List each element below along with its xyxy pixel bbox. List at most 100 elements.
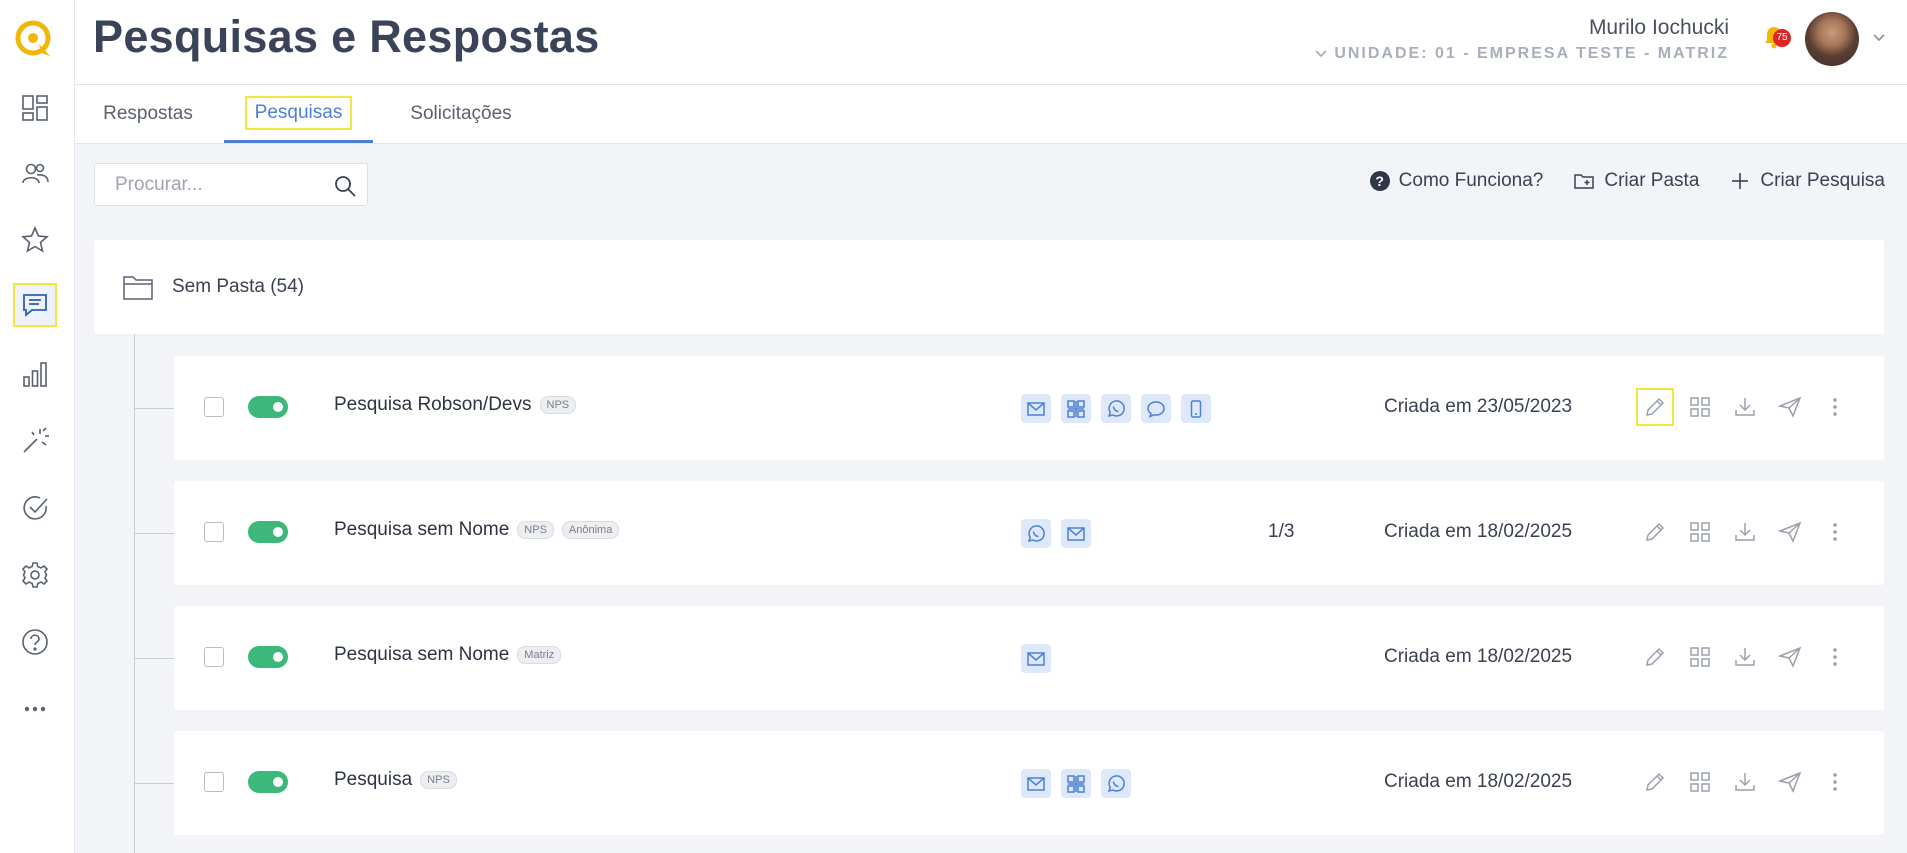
whatsapp-icon xyxy=(1107,774,1125,792)
tab-respostas[interactable]: Respostas xyxy=(93,85,203,143)
whatsapp-icon xyxy=(1027,524,1045,542)
response-count: 1/3 xyxy=(1268,521,1295,542)
users-icon xyxy=(22,163,49,184)
survey-name[interactable]: Pesquisa sem Nome Matriz xyxy=(334,644,562,666)
avatar[interactable] xyxy=(1805,12,1859,66)
chevron-down-icon xyxy=(1315,50,1327,58)
more-options-button[interactable] xyxy=(1816,763,1854,801)
survey-toggle[interactable] xyxy=(248,396,288,418)
folder-plus-icon xyxy=(1574,174,1595,189)
send-button[interactable] xyxy=(1771,638,1809,676)
survey-name[interactable]: Pesquisa Robson/Devs NPS xyxy=(334,394,577,416)
download-button[interactable] xyxy=(1726,388,1764,426)
survey-toggle[interactable] xyxy=(248,771,288,793)
channel-email[interactable] xyxy=(1021,769,1051,798)
survey-title: Pesquisa Robson/Devs xyxy=(334,394,532,415)
download-button[interactable] xyxy=(1726,513,1764,551)
survey-toggle[interactable] xyxy=(248,646,288,668)
gear-icon xyxy=(21,562,49,588)
grid-button[interactable] xyxy=(1681,388,1719,426)
survey-toggle[interactable] xyxy=(248,521,288,543)
qrcode-icon xyxy=(1067,774,1085,793)
grid-icon xyxy=(1690,647,1710,667)
search-icon[interactable] xyxy=(333,174,357,198)
channel-mobile[interactable] xyxy=(1181,394,1211,423)
channel-email[interactable] xyxy=(1061,519,1091,548)
edit-button[interactable] xyxy=(1636,638,1674,676)
grid-button[interactable] xyxy=(1681,638,1719,676)
survey-tag: NPS xyxy=(539,396,577,414)
edit-button[interactable] xyxy=(1636,513,1674,551)
channel-email[interactable] xyxy=(1021,394,1051,423)
row-checkbox[interactable] xyxy=(204,522,224,542)
grid-button[interactable] xyxy=(1681,513,1719,551)
dashboard-icon xyxy=(22,95,48,121)
download-button[interactable] xyxy=(1726,763,1764,801)
created-date: Criada em 18/02/2025 xyxy=(1384,771,1573,792)
survey-name[interactable]: Pesquisa NPS xyxy=(334,769,457,791)
send-button[interactable] xyxy=(1771,763,1809,801)
channel-list xyxy=(1021,769,1131,798)
tree-connector xyxy=(134,533,174,534)
more-options-button[interactable] xyxy=(1816,513,1854,551)
more-options-button[interactable] xyxy=(1816,388,1854,426)
create-folder-button[interactable]: Criar Pasta xyxy=(1573,170,1699,192)
whatsapp-icon xyxy=(1107,399,1125,417)
send-button[interactable] xyxy=(1771,388,1809,426)
search-input[interactable] xyxy=(95,172,337,197)
how-it-works-button[interactable]: ? Como Funciona? xyxy=(1369,170,1543,192)
channel-email[interactable] xyxy=(1021,644,1051,673)
qrcode-icon xyxy=(1067,399,1085,418)
folder-header[interactable]: Sem Pasta (54) xyxy=(94,240,1884,334)
channel-whatsapp[interactable] xyxy=(1101,394,1131,423)
tree-connector xyxy=(134,783,174,784)
more-options-button[interactable] xyxy=(1816,638,1854,676)
bar-chart-icon xyxy=(23,362,47,387)
survey-name[interactable]: Pesquisa sem Nome NPS Anônima xyxy=(334,519,620,541)
tree-line xyxy=(134,334,135,853)
email-icon xyxy=(1067,526,1085,541)
chat-icon xyxy=(23,294,47,317)
nav-users[interactable] xyxy=(13,152,57,196)
survey-tag: Anônima xyxy=(561,521,620,539)
download-icon xyxy=(1735,648,1755,666)
create-folder-label: Criar Pasta xyxy=(1604,170,1700,191)
send-button[interactable] xyxy=(1771,513,1809,551)
pencil-icon xyxy=(1646,772,1665,791)
row-checkbox[interactable] xyxy=(204,397,224,417)
chevron-down-icon[interactable] xyxy=(1871,30,1887,46)
nav-tasks[interactable] xyxy=(13,486,57,530)
channel-qrcode[interactable] xyxy=(1061,769,1091,798)
grid-icon xyxy=(1690,397,1710,417)
tab-solicitacoes[interactable]: Solicitações xyxy=(391,85,531,143)
tab-pesquisas[interactable]: Pesquisas xyxy=(224,85,373,143)
nav-automation[interactable] xyxy=(13,419,57,463)
sidebar xyxy=(0,0,75,853)
nav-surveys[interactable] xyxy=(13,283,57,327)
email-icon xyxy=(1027,776,1045,791)
nav-help[interactable] xyxy=(13,620,57,664)
user-name[interactable]: Murilo Iochucki xyxy=(1589,16,1729,40)
channel-whatsapp[interactable] xyxy=(1101,769,1131,798)
unit-selector[interactable]: UNIDADE: 01 - EMPRESA TESTE - MATRIZ xyxy=(1314,45,1729,63)
nav-settings[interactable] xyxy=(13,553,57,597)
channel-chat[interactable] xyxy=(1141,394,1171,423)
app-logo-icon[interactable] xyxy=(13,18,55,60)
send-icon xyxy=(1778,396,1802,418)
edit-button[interactable] xyxy=(1636,763,1674,801)
download-icon xyxy=(1735,523,1755,541)
edit-button[interactable] xyxy=(1636,388,1674,426)
row-checkbox[interactable] xyxy=(204,772,224,792)
download-button[interactable] xyxy=(1726,638,1764,676)
row-checkbox[interactable] xyxy=(204,647,224,667)
channel-qrcode[interactable] xyxy=(1061,394,1091,423)
create-survey-button[interactable]: Criar Pesquisa xyxy=(1729,170,1885,192)
channel-whatsapp[interactable] xyxy=(1021,519,1051,548)
nav-reports[interactable] xyxy=(13,352,57,396)
nav-favorites[interactable] xyxy=(13,218,57,262)
question-icon: ? xyxy=(1369,171,1390,191)
nav-more[interactable] xyxy=(13,687,57,731)
grid-button[interactable] xyxy=(1681,763,1719,801)
kebab-icon xyxy=(1833,773,1837,791)
nav-dashboard[interactable] xyxy=(13,86,57,130)
